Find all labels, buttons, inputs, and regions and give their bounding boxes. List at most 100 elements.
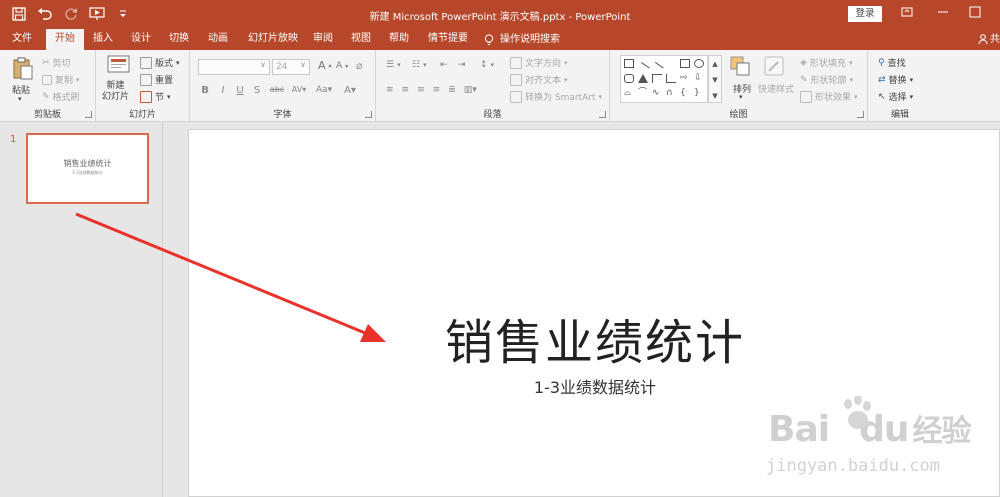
select-button[interactable]: ↖ 选择 ▾ [878,90,913,104]
paste-dropdown-icon[interactable]: ▾ [18,95,22,103]
convert-smartart-label: 转换为 SmartArt [525,93,596,103]
shapes-gallery-scroll[interactable]: ▲ ▼ ▼ [708,55,722,103]
shape-elbow-arrow-icon[interactable] [666,74,676,83]
text-shadow-button[interactable]: S [250,85,264,96]
font-name-dropdown-icon[interactable]: ∨ [260,60,266,69]
replace-label: 替换 [888,76,907,86]
copy-label: 复制 [55,76,74,86]
tab-transitions[interactable]: 切换 [164,29,194,50]
gallery-more-icon[interactable]: ▼ [709,88,721,104]
text-direction-button[interactable]: 文字方向 ▾ [510,56,568,69]
shape-arc-icon[interactable]: ∩ [666,89,676,98]
slide-title[interactable]: 销售业绩统计 [189,303,1000,373]
clipboard-launcher-icon[interactable] [85,111,92,118]
underline-button[interactable]: U [233,85,247,96]
arrange-dropdown-icon[interactable]: ▾ [739,93,743,101]
line-spacing-button[interactable]: ↕ ▾ [480,60,494,70]
reset-label: 重置 [155,76,174,86]
watermark-brand-c: 经验 [912,414,971,449]
shape-fill-button[interactable]: ◈ 形状填充 ▾ [800,56,852,70]
reset-button[interactable]: 重置 [140,73,173,86]
watermark-brand: Bai du 经验 [768,396,971,450]
tab-help[interactable]: 帮助 [384,29,414,50]
ribbon-display-options-icon[interactable] [898,5,916,23]
copy-button[interactable]: 复制 ▾ [42,73,80,86]
decrease-indent-icon[interactable]: ⇤ [440,60,448,70]
shape-rectangle-icon[interactable] [680,59,690,68]
shape-triangle-icon[interactable] [638,74,648,83]
watermark-url: jingyan.baidu.com [766,456,940,476]
tell-me-search[interactable]: 操作说明搜索 [484,29,566,50]
find-button[interactable]: ⚲ 查找 [878,56,906,70]
character-spacing-button[interactable]: AV▾ [286,85,312,94]
strikethrough-button[interactable]: abc [266,85,288,94]
font-size-dropdown-icon[interactable]: ∨ [300,60,306,69]
align-right-icon[interactable]: ≡ [417,85,425,95]
shape-curve-icon[interactable]: ⌒ [638,89,648,98]
arrange-icon[interactable] [730,56,752,78]
paragraph-launcher-icon[interactable] [599,111,606,118]
shape-brace-right-icon[interactable]: } [694,89,704,98]
format-painter-button[interactable]: ✎ 格式刷 [42,90,80,104]
tab-insert[interactable]: 插入 [88,29,118,50]
bullets-button[interactable]: ☰ ▾ [386,60,401,70]
shape-rounded-rect-icon[interactable] [624,74,634,83]
change-case-button[interactable]: Aa▾ [312,85,336,95]
section-button[interactable]: 节 ▾ [140,90,171,103]
maximize-icon[interactable] [966,5,984,23]
shape-textbox-icon[interactable] [624,59,634,68]
replace-button[interactable]: ⇄ 替换 ▾ [878,73,913,87]
italic-button[interactable]: I [216,85,230,96]
tab-view[interactable]: 视图 [346,29,376,50]
shape-oval-icon[interactable] [694,59,704,68]
tab-slideshow[interactable]: 幻灯片放映 [244,29,302,50]
layout-button[interactable]: 版式 ▾ [140,56,180,69]
align-left-icon[interactable]: ≡ [386,85,394,95]
share-button[interactable]: 共 [978,29,1000,50]
tab-storyboarding[interactable]: 情节提要 [424,29,472,50]
shape-outline-button[interactable]: ✎ 形状轮廓 ▾ [800,73,853,87]
distributed-icon[interactable]: ≣ [448,85,456,95]
tab-design[interactable]: 设计 [126,29,156,50]
shape-right-arrow-icon[interactable]: ⇨ [680,74,690,83]
sign-in-button[interactable]: 登录 [848,6,882,22]
tab-file[interactable]: 文件 [6,29,38,50]
shape-elbow-icon[interactable] [652,74,662,83]
slide-thumbnail[interactable]: 销售业绩统计 1-3业绩数据统计 [26,133,149,204]
convert-smartart-button[interactable]: 转换为 SmartArt ▾ [510,90,602,103]
new-slide-button[interactable]: 新建 幻灯片 [102,81,129,103]
quick-styles-button[interactable]: 快速样式 [758,82,794,95]
justify-icon[interactable]: ≡ [433,85,441,95]
align-center-icon[interactable]: ≡ [402,85,410,95]
shape-freeform-icon[interactable]: ⌓ [624,89,634,98]
gallery-down-icon[interactable]: ▼ [709,72,721,88]
minimize-icon[interactable] [934,5,952,23]
text-direction-icon [510,56,522,69]
paste-icon[interactable] [12,56,34,80]
shape-wave-icon[interactable]: ∿ [652,89,662,98]
decrease-font-size-button[interactable]: A ▾ [336,61,348,71]
new-slide-icon[interactable] [107,55,131,77]
increase-indent-icon[interactable]: ⇥ [458,60,466,70]
increase-font-size-button[interactable]: A ▴ [318,59,332,72]
shape-down-arrow-icon[interactable]: ⇩ [694,74,704,83]
person-icon [978,34,988,45]
bold-button[interactable]: B [198,85,212,96]
shape-effects-button[interactable]: 形状效果 ▾ [800,90,858,103]
tab-home[interactable]: 开始 [46,29,84,50]
clear-formatting-icon[interactable]: ⌀ [356,59,363,72]
align-text-button[interactable]: 对齐文本 ▾ [510,73,568,86]
shape-brace-left-icon[interactable]: { [680,89,690,98]
columns-button[interactable]: ▥▾ [464,85,477,95]
numbering-button[interactable]: ☷ ▾ [412,60,427,70]
section-icon [140,90,152,103]
cut-button[interactable]: ✂ 剪切 [42,56,71,70]
tab-animations[interactable]: 动画 [202,29,234,50]
font-launcher-icon[interactable] [365,111,372,118]
quick-styles-icon[interactable] [764,56,786,78]
font-color-button[interactable]: A▾ [340,85,360,96]
drawing-launcher-icon[interactable] [857,111,864,118]
gallery-up-icon[interactable]: ▲ [709,56,721,72]
tab-review[interactable]: 审阅 [308,29,338,50]
shapes-gallery[interactable]: ⇨ ⇩ ⌓ ⌒ ∿ ∩ { } [620,55,708,103]
